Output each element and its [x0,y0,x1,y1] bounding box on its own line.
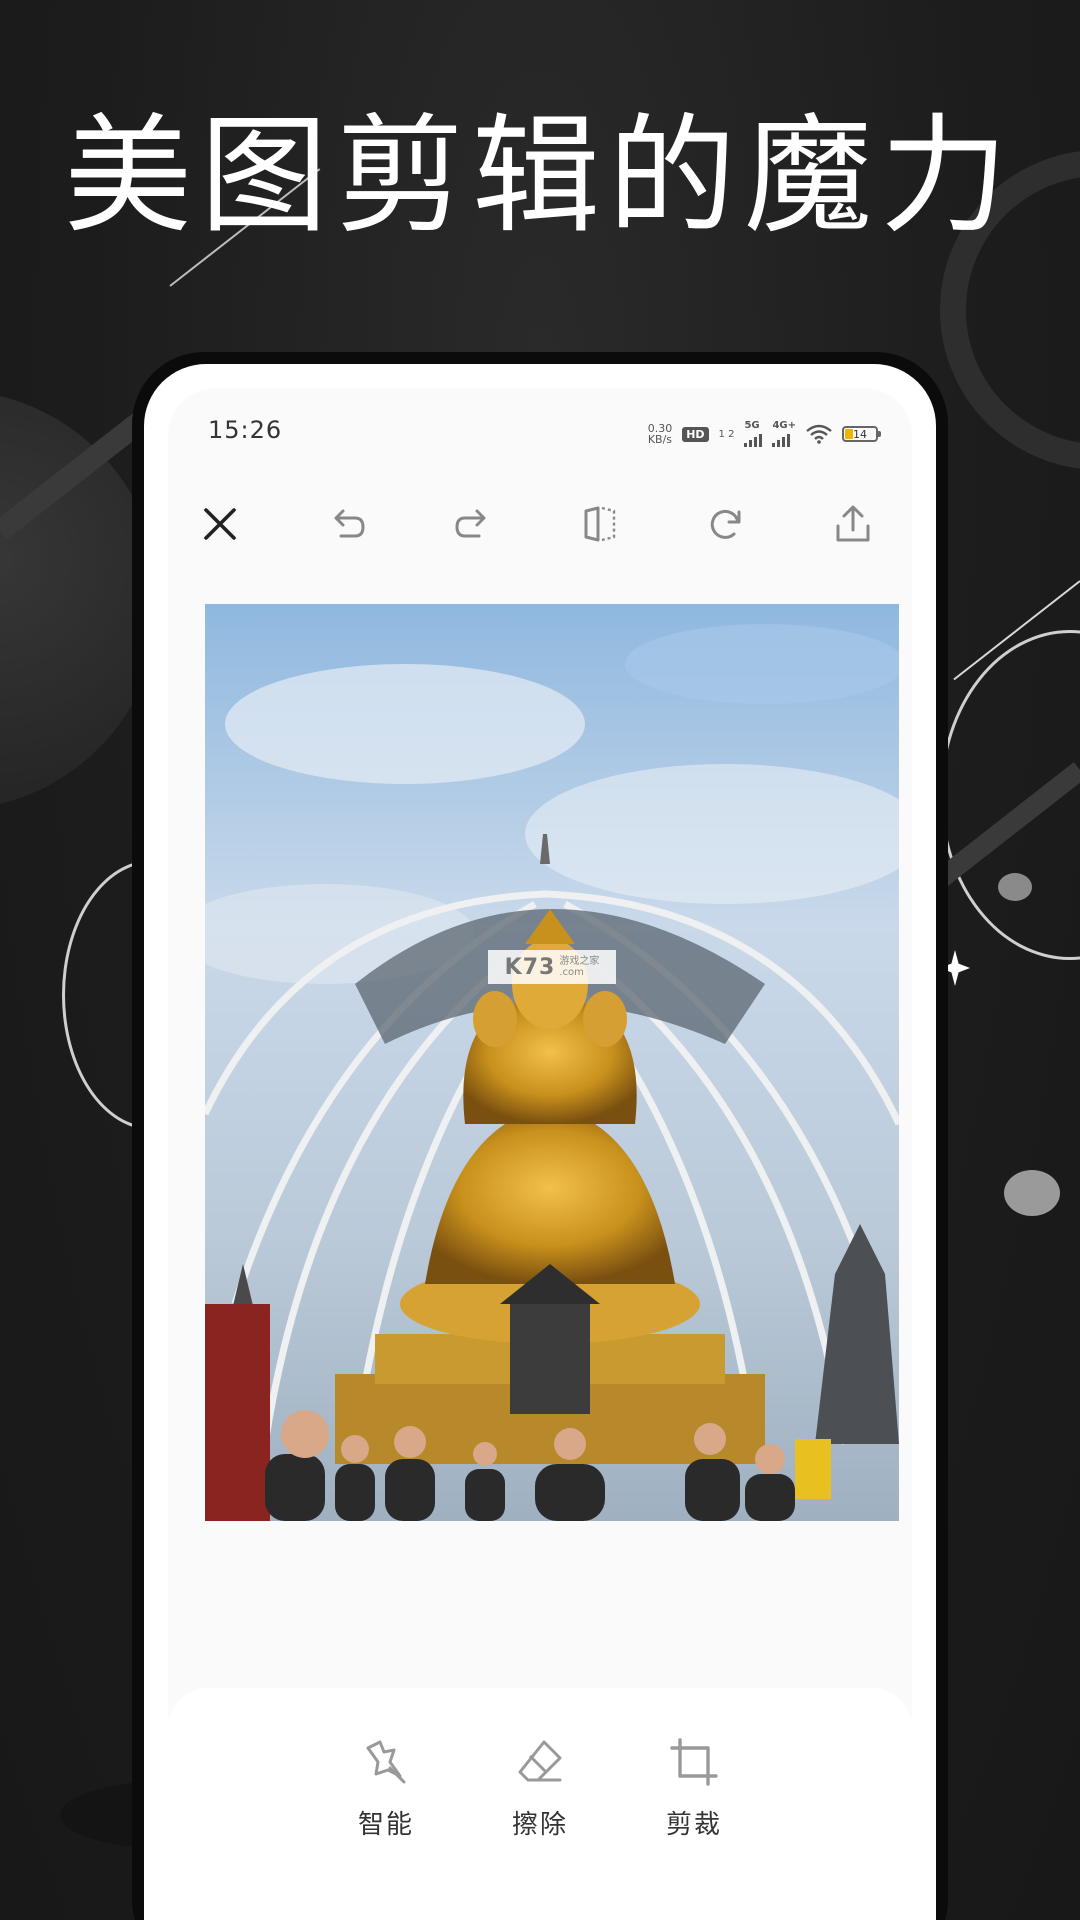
status-time: 15:26 [208,416,283,444]
signal-bars-icon [772,431,791,447]
phone-screen: 15:26 0.30 KB/s HD 1 2 5G 4G+ 14 K73 游戏之… [144,364,936,1920]
signal-5g: 5G [744,420,763,447]
network-speed: 0.30 KB/s [648,423,673,445]
redo-icon [455,509,486,538]
redo-button[interactable] [441,492,505,556]
smart-button[interactable]: 智能 [331,1736,441,1841]
rotate-button[interactable] [694,492,758,556]
decorative-orbit [940,630,1080,960]
close-icon [204,508,236,540]
app-screen: 15:26 0.30 KB/s HD 1 2 5G 4G+ 14 K73 游戏之… [168,388,912,1920]
crop-label: 剪裁 [665,1810,722,1840]
undo-button[interactable] [315,492,379,556]
watermark-sub: 游戏之家 [559,956,600,967]
phone-frame: 15:26 0.30 KB/s HD 1 2 5G 4G+ 14 K73 游戏之… [132,352,948,1920]
erase-button[interactable]: 擦除 [485,1736,595,1841]
flip-button[interactable] [568,492,632,556]
status-bar: 15:26 0.30 KB/s HD 1 2 5G 4G+ 14 [168,410,912,460]
eraser-icon [518,1740,562,1782]
temple-statue-photo [205,604,899,1521]
signal-5g-label: 5G [744,420,760,431]
promo-headline: 美图剪辑的魔力 [63,102,1016,251]
battery-icon: 14 [842,426,881,442]
editing-photo[interactable]: K73 游戏之家 .com [205,604,899,1521]
flip-icon [584,506,616,542]
decorative-dot [1004,1170,1060,1216]
hd-badge: HD [682,426,709,442]
action-panel: 智能 擦除 剪裁 [168,1688,912,1920]
crop-button[interactable]: 剪裁 [639,1736,749,1841]
watermark-text: 游戏之家 .com [559,956,599,978]
undo-icon [334,509,365,538]
rotate-icon [710,509,741,539]
decorative-line [953,580,1080,681]
watermark-domain: .com [559,967,584,978]
status-indicators: 0.30 KB/s HD 1 2 5G 4G+ 14 [648,414,881,454]
promo-canvas: 美图剪辑的魔力 15:26 0.30 KB/s HD 1 2 5G 4G+ 14… [0,0,1080,1920]
share-icon [836,505,870,542]
erase-label: 擦除 [511,1810,568,1840]
battery-level: 14 [853,427,867,441]
editor-toolbar [168,492,912,572]
signal-4g: 4G+ [772,421,796,447]
network-speed-unit: KB/s [647,433,673,446]
wifi-icon [806,424,832,444]
crop-icon [670,1738,718,1786]
decorative-dot [998,873,1032,901]
watermark-logo: K73 [504,954,556,980]
smart-label: 智能 [357,1810,414,1840]
close-button[interactable] [188,492,252,556]
signal-4g-label: 4G+ [772,420,796,431]
decorative-stripe [932,762,1080,889]
smart-wand-icon [366,1740,406,1784]
hd-sub: 1 2 [718,428,735,440]
signal-bars-icon [744,431,763,447]
watermark: K73 游戏之家 .com [488,950,616,984]
share-button[interactable] [821,492,885,556]
